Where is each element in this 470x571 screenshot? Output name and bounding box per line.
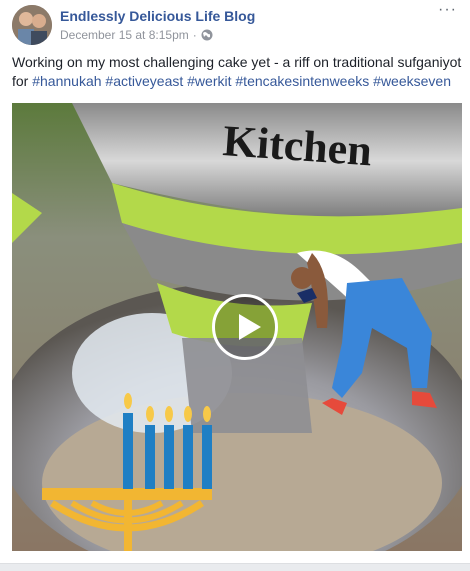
hashtag-link[interactable]: #weekseven xyxy=(373,73,451,89)
play-icon[interactable] xyxy=(212,294,278,360)
globe-icon xyxy=(201,29,213,41)
post-date[interactable]: December 15 at 8:15pm xyxy=(60,28,189,42)
video-player[interactable]: Kitchen xyxy=(12,103,462,551)
post-card: Endlessly Delicious Life Blog December 1… xyxy=(0,0,470,564)
hashtag-link[interactable]: #werkit xyxy=(187,73,231,89)
hashtag-link[interactable]: #tencakesintenweeks xyxy=(235,73,369,89)
post-text: Working on my most challenging cake yet … xyxy=(12,53,462,91)
hashtag-link[interactable]: #hannukah xyxy=(32,73,101,89)
avatar[interactable] xyxy=(12,5,52,45)
hashtag-link[interactable]: #activeyeast xyxy=(105,73,183,89)
mixer-brand-label: Kitchen xyxy=(221,116,373,175)
post-meta: December 15 at 8:15pm · xyxy=(60,28,213,42)
meta-separator: · xyxy=(192,28,197,42)
author-name[interactable]: Endlessly Delicious Life Blog xyxy=(60,8,255,24)
more-options-icon[interactable]: ··· xyxy=(438,2,458,20)
